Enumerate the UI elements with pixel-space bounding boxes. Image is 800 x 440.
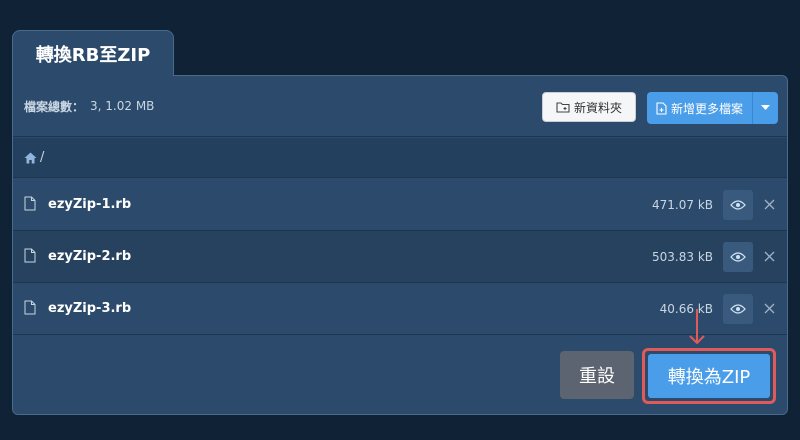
new-folder-button[interactable]: 新資料夾 (542, 92, 636, 122)
close-icon (764, 251, 775, 262)
tab-convert-rb-to-zip[interactable]: 轉換RB至ZIP (12, 30, 174, 76)
breadcrumb-separator: / (40, 150, 45, 165)
file-name: ezyZip-1.rb (48, 197, 132, 212)
home-icon[interactable] (24, 152, 37, 164)
file-icon (24, 248, 38, 266)
arrow-down-icon (689, 309, 705, 345)
caret-down-icon (761, 105, 770, 111)
file-size: 471.07 kB (652, 197, 713, 212)
file-count-value: 3, 1.02 MB (90, 99, 155, 113)
file-name: ezyZip-3.rb (48, 301, 132, 316)
preview-button[interactable] (723, 293, 753, 324)
close-icon (764, 199, 775, 210)
close-icon (764, 303, 775, 314)
add-files-dropdown-toggle[interactable] (753, 92, 778, 124)
convert-to-zip-button[interactable]: 轉換為ZIP (648, 354, 770, 398)
preview-button[interactable] (723, 189, 753, 220)
eye-icon (730, 303, 746, 314)
tab-title: 轉換RB至ZIP (35, 44, 151, 66)
summary-bar: 檔案總數： 3, 1.02 MB 新資料夾 新增更多檔案 (13, 76, 787, 137)
reset-button[interactable]: 重設 (560, 351, 634, 399)
convert-highlight-frame: 轉換為ZIP (642, 348, 776, 404)
breadcrumb: / (13, 138, 787, 178)
file-icon (24, 196, 38, 214)
eye-icon (730, 199, 746, 210)
remove-file-button[interactable] (761, 249, 777, 265)
file-row: ezyZip-1.rb 471.07 kB (13, 179, 787, 231)
preview-button[interactable] (723, 241, 753, 272)
convert-label: 轉換為ZIP (667, 367, 751, 388)
file-name: ezyZip-2.rb (48, 249, 132, 264)
action-footer: 重設 轉換為ZIP (13, 336, 787, 414)
reset-label: 重設 (579, 366, 615, 387)
eye-icon (730, 251, 746, 262)
file-plus-icon (656, 101, 667, 115)
add-files-button[interactable]: 新增更多檔案 (647, 92, 753, 124)
file-panel: 檔案總數： 3, 1.02 MB 新資料夾 新增更多檔案 / ezyZip-1.… (12, 75, 788, 415)
file-size: 503.83 kB (652, 249, 713, 264)
remove-file-button[interactable] (761, 197, 777, 213)
new-folder-label: 新資料夾 (573, 100, 622, 115)
file-row: ezyZip-3.rb 40.66 kB (13, 283, 787, 335)
file-row: ezyZip-2.rb 503.83 kB (13, 231, 787, 283)
file-icon (24, 300, 38, 318)
remove-file-button[interactable] (761, 301, 777, 317)
add-files-button-group: 新增更多檔案 (647, 92, 778, 124)
add-files-label: 新增更多檔案 (670, 101, 743, 116)
folder-plus-icon (556, 101, 570, 113)
file-count-label: 檔案總數： (24, 99, 85, 114)
